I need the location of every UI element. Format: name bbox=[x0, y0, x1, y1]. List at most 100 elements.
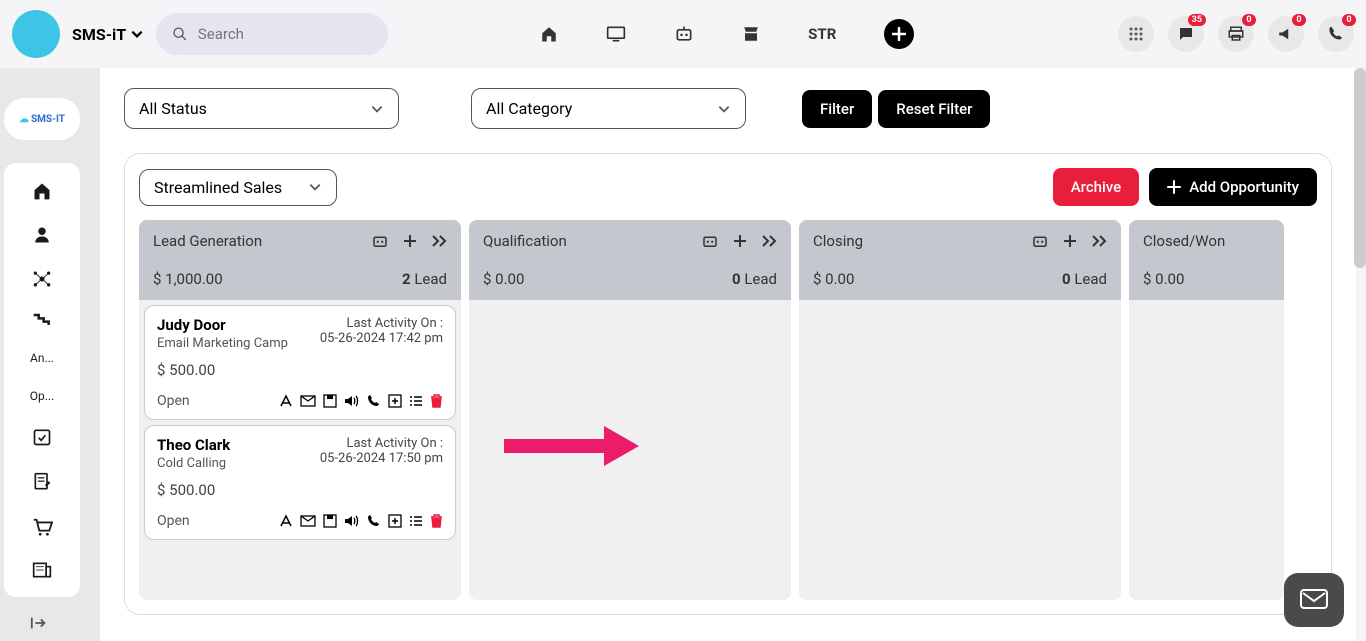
sidebar-collapse-icon[interactable] bbox=[30, 615, 48, 631]
sidebar-item-network[interactable] bbox=[32, 269, 52, 289]
robot-icon[interactable] bbox=[371, 233, 389, 249]
reset-filter-button[interactable]: Reset Filter bbox=[878, 90, 990, 128]
trash-icon[interactable] bbox=[430, 514, 443, 528]
pipeline-label: Streamlined Sales bbox=[154, 178, 282, 197]
top-nav-icons: STR bbox=[540, 19, 914, 49]
filter-button[interactable]: Filter bbox=[802, 90, 872, 128]
opportunity-card[interactable]: Theo Clark Cold Calling Last Activity On… bbox=[144, 425, 456, 540]
brand-menu[interactable]: SMS-iT bbox=[72, 25, 144, 44]
card-activity-label: Last Activity On : bbox=[320, 436, 443, 451]
sidebar-item-home[interactable] bbox=[32, 181, 52, 201]
plus-icon[interactable] bbox=[1063, 234, 1077, 248]
topbar: SMS-iT STR 35 0 0 0 bbox=[0, 0, 1366, 68]
status-label: All Status bbox=[139, 99, 207, 118]
announce-icon[interactable]: 0 bbox=[1268, 16, 1304, 52]
add-square-icon[interactable] bbox=[388, 514, 402, 528]
column-summary: $ 0.00 bbox=[1129, 262, 1284, 300]
save-icon[interactable] bbox=[323, 514, 337, 528]
trash-icon[interactable] bbox=[430, 394, 443, 408]
search-box[interactable] bbox=[156, 13, 388, 55]
card-actions bbox=[279, 394, 443, 408]
right-icons: 35 0 0 0 bbox=[1118, 16, 1354, 52]
column-closing: Closing $ 0.00 0 Lead bbox=[799, 220, 1121, 600]
card-activity-date: 05-26-2024 17:42 pm bbox=[320, 331, 443, 346]
list-icon[interactable] bbox=[409, 395, 423, 407]
column-amount: $ 0.00 bbox=[1143, 270, 1184, 288]
sidebar-nav: An... Op... bbox=[4, 163, 80, 597]
filter-row: All Status All Category Filter Reset Fil… bbox=[124, 88, 1332, 129]
print-icon[interactable]: 0 bbox=[1218, 16, 1254, 52]
kanban-columns: Lead Generation $ 1,000.00 2 Lead J bbox=[139, 220, 1317, 600]
str-link[interactable]: STR bbox=[808, 25, 836, 43]
column-lead-count: 2 Lead bbox=[402, 270, 447, 288]
mail-icon[interactable] bbox=[300, 515, 316, 527]
sidebar-item-calendar[interactable] bbox=[32, 427, 52, 447]
column-header: Closed/Won bbox=[1129, 220, 1284, 262]
chevron-down-icon bbox=[308, 180, 322, 194]
robot-icon[interactable] bbox=[701, 233, 719, 249]
column-lead-count: 0 Lead bbox=[732, 270, 777, 288]
expand-icon[interactable] bbox=[1091, 234, 1107, 248]
chevron-down-icon bbox=[370, 102, 384, 116]
sidebar-item-cart[interactable] bbox=[31, 517, 53, 537]
chevron-down-icon bbox=[130, 27, 144, 41]
robot-icon[interactable] bbox=[1031, 233, 1049, 249]
home-icon[interactable] bbox=[540, 25, 558, 43]
card-amount: $ 500.00 bbox=[157, 361, 443, 379]
add-opportunity-button[interactable]: Add Opportunity bbox=[1149, 168, 1317, 206]
mail-icon[interactable] bbox=[300, 395, 316, 407]
chat-badge: 35 bbox=[1188, 14, 1206, 26]
sidebar-item-opportunities[interactable]: Op... bbox=[30, 389, 55, 403]
monitor-icon[interactable] bbox=[606, 25, 626, 43]
board-container: Streamlined Sales Archive Add Opportunit… bbox=[124, 153, 1332, 615]
sidebar: ☁SMS-IT An... Op... bbox=[0, 68, 100, 641]
avatar[interactable] bbox=[12, 10, 60, 58]
card-subtitle: Email Marketing Camp bbox=[157, 336, 288, 351]
opportunity-card[interactable]: Judy Door Email Marketing Camp Last Acti… bbox=[144, 305, 456, 420]
pipeline-select[interactable]: Streamlined Sales bbox=[139, 169, 337, 206]
font-icon[interactable] bbox=[279, 514, 293, 528]
sound-icon[interactable] bbox=[344, 514, 360, 528]
sidebar-item-news[interactable] bbox=[32, 561, 52, 579]
robot-icon[interactable] bbox=[674, 25, 694, 43]
add-button[interactable] bbox=[884, 19, 914, 49]
phone-icon[interactable] bbox=[367, 514, 381, 528]
save-icon[interactable] bbox=[323, 394, 337, 408]
plus-icon[interactable] bbox=[403, 234, 417, 248]
scrollbar[interactable] bbox=[1354, 68, 1366, 268]
store-icon[interactable] bbox=[742, 25, 760, 43]
search-input[interactable] bbox=[198, 25, 372, 43]
sidebar-item-analytics[interactable]: An... bbox=[30, 351, 54, 365]
card-subtitle: Cold Calling bbox=[157, 456, 230, 471]
announce-badge: 0 bbox=[1292, 14, 1306, 26]
status-select[interactable]: All Status bbox=[124, 88, 399, 129]
column-summary: $ 0.00 0 Lead bbox=[799, 262, 1121, 300]
chat-icon[interactable]: 35 bbox=[1168, 16, 1204, 52]
plus-icon[interactable] bbox=[733, 234, 747, 248]
apps-icon[interactable] bbox=[1118, 16, 1154, 52]
card-status: Open bbox=[157, 393, 190, 409]
sidebar-logo[interactable]: ☁SMS-IT bbox=[4, 98, 80, 140]
help-button[interactable] bbox=[1284, 573, 1344, 627]
sidebar-item-steps[interactable] bbox=[32, 313, 52, 327]
column-qualification: Qualification $ 0.00 0 Lead bbox=[469, 220, 791, 600]
board-header: Streamlined Sales Archive Add Opportunit… bbox=[139, 168, 1317, 206]
card-name: Judy Door bbox=[157, 316, 288, 334]
archive-button[interactable]: Archive bbox=[1053, 168, 1139, 206]
sound-icon[interactable] bbox=[344, 394, 360, 408]
column-amount: $ 0.00 bbox=[483, 270, 524, 288]
expand-icon[interactable] bbox=[431, 234, 447, 248]
column-lead-count: 0 Lead bbox=[1062, 270, 1107, 288]
phone-icon[interactable]: 0 bbox=[1318, 16, 1354, 52]
sidebar-item-notes[interactable] bbox=[32, 471, 52, 493]
phone-icon[interactable] bbox=[367, 394, 381, 408]
expand-icon[interactable] bbox=[761, 234, 777, 248]
add-square-icon[interactable] bbox=[388, 394, 402, 408]
list-icon[interactable] bbox=[409, 515, 423, 527]
font-icon[interactable] bbox=[279, 394, 293, 408]
main-content: All Status All Category Filter Reset Fil… bbox=[100, 68, 1356, 641]
category-select[interactable]: All Category bbox=[471, 88, 746, 129]
card-actions bbox=[279, 514, 443, 528]
sidebar-item-user[interactable] bbox=[33, 225, 51, 245]
column-title: Lead Generation bbox=[153, 232, 262, 250]
